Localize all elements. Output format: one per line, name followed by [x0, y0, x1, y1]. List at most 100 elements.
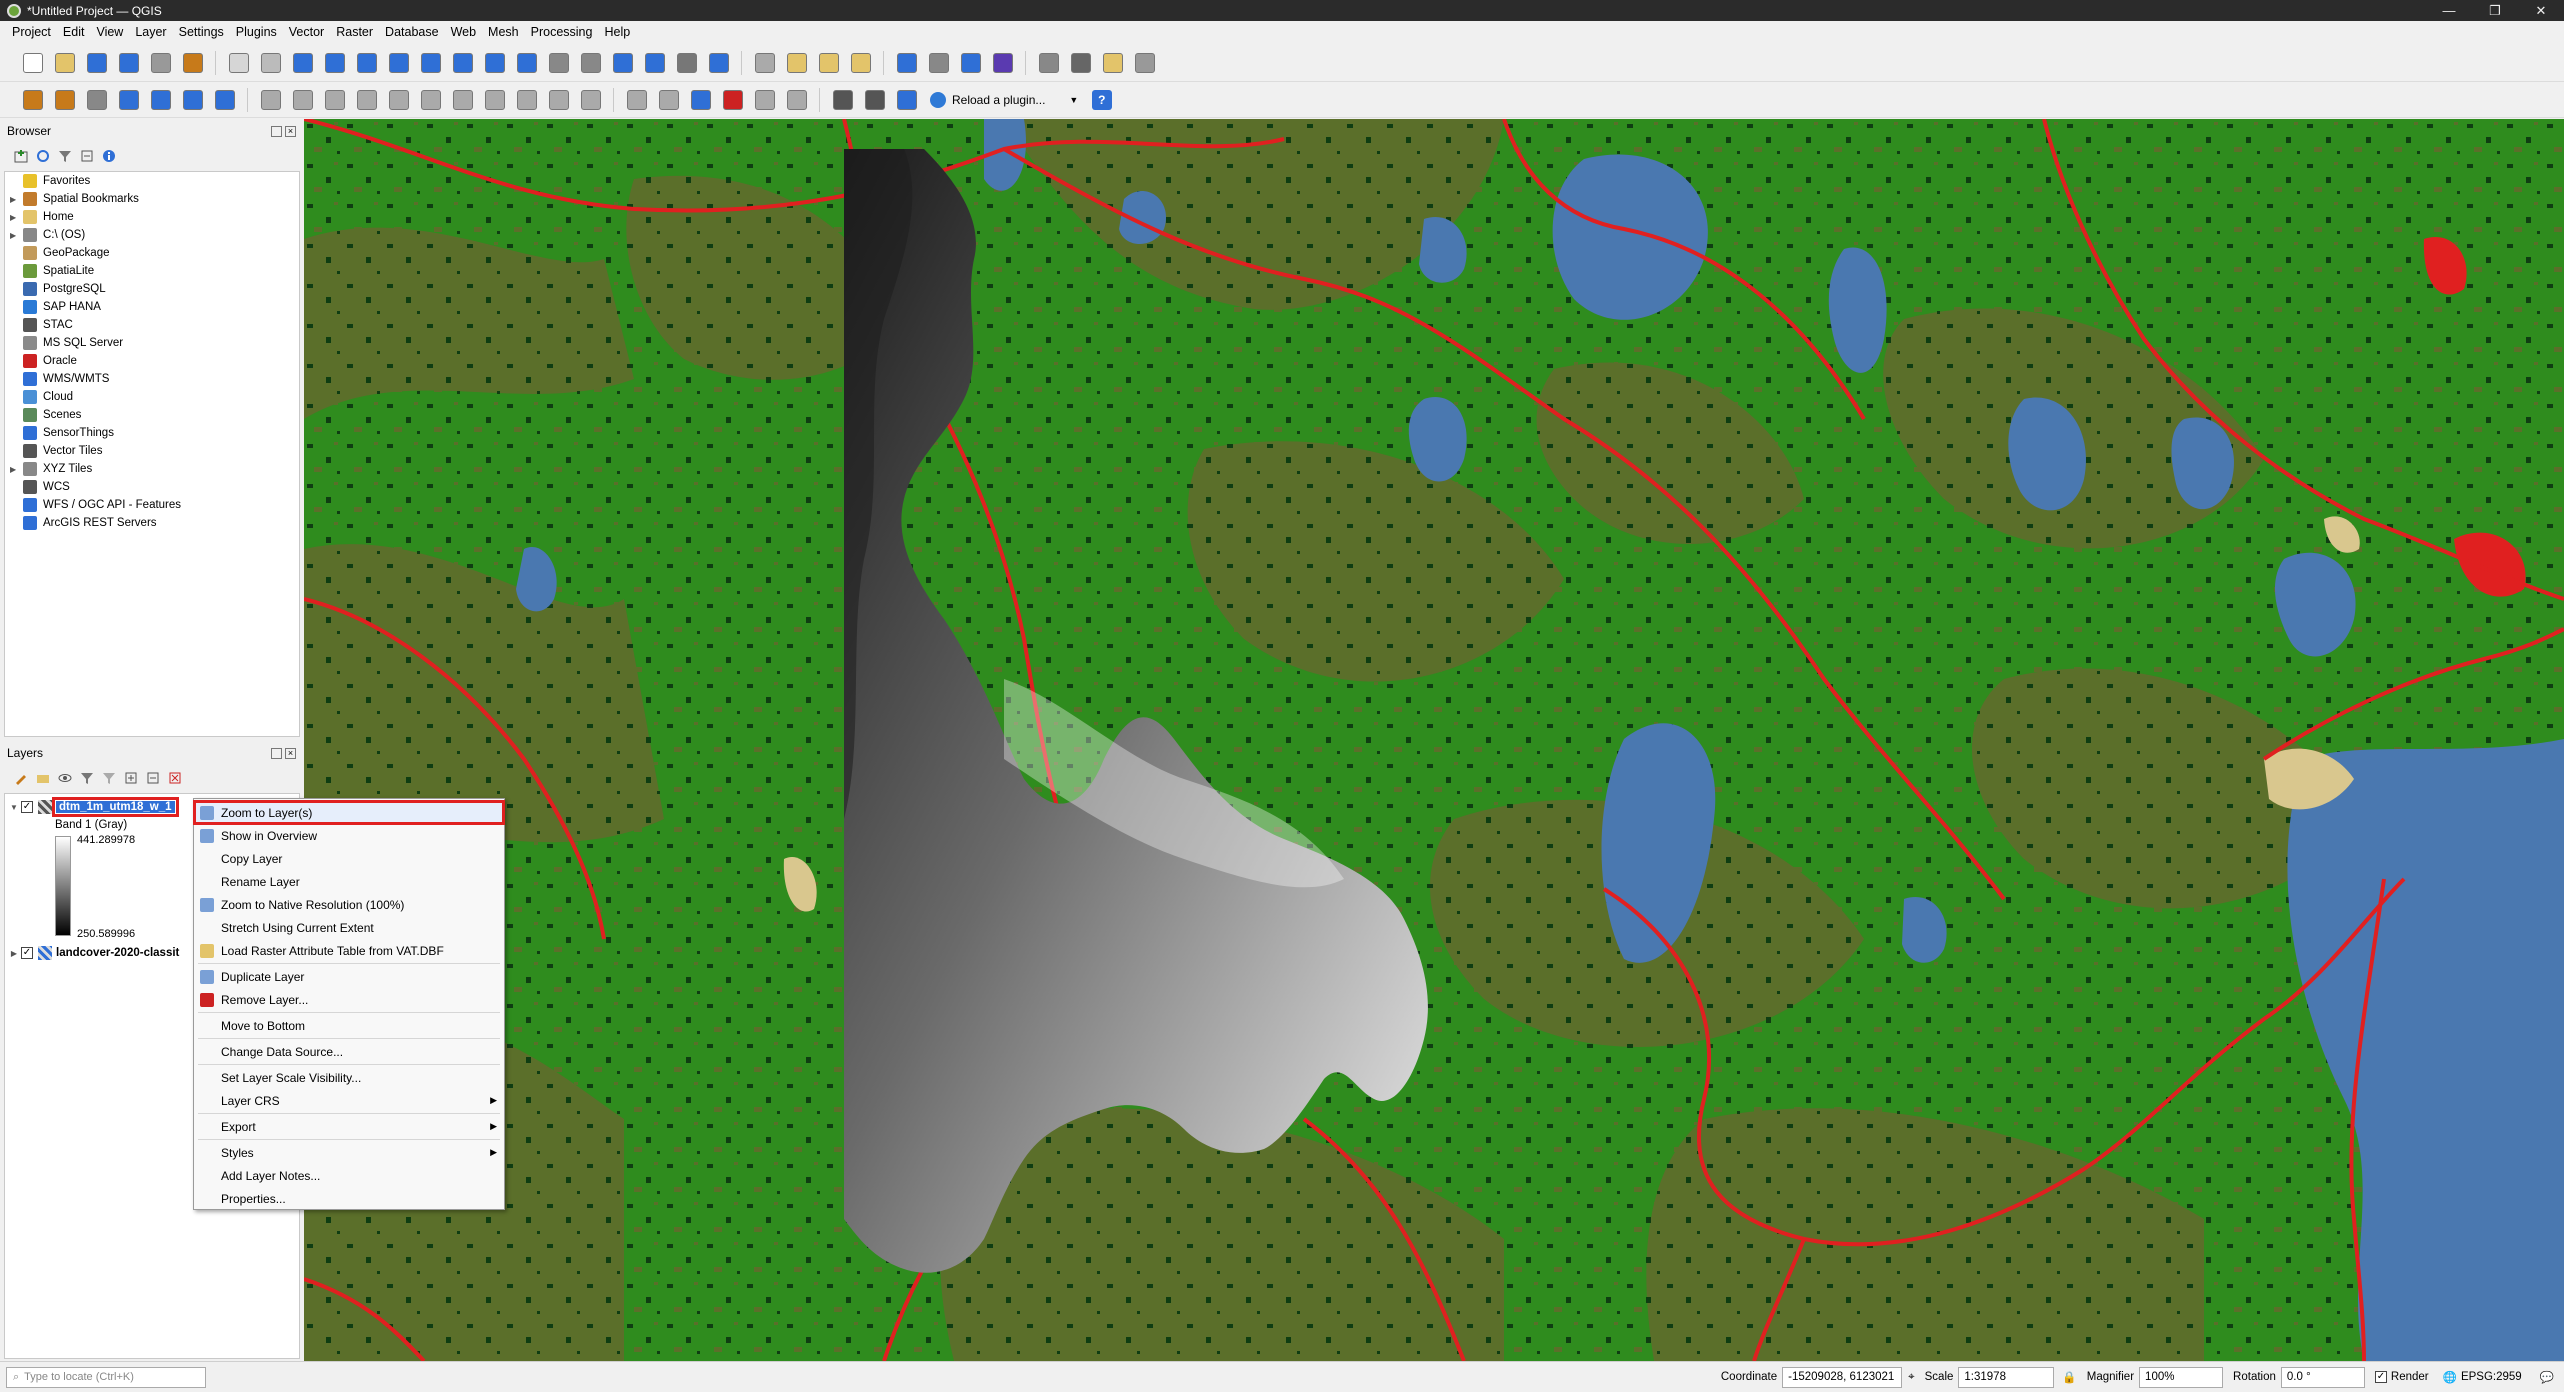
- browser-item[interactable]: SpatiaLite: [5, 262, 299, 280]
- more-tools-icon[interactable]: [828, 85, 857, 114]
- zoom-last-icon[interactable]: [480, 48, 509, 77]
- maximize-button[interactable]: ❐: [2472, 0, 2518, 21]
- select-icon[interactable]: [782, 48, 811, 77]
- filter-icon[interactable]: [56, 147, 74, 165]
- zoom-native-icon[interactable]: [448, 48, 477, 77]
- magnifier-field[interactable]: 100%: [2139, 1366, 2224, 1388]
- pan-to-selection-icon[interactable]: [256, 48, 285, 77]
- layer-name-landcover[interactable]: landcover-2020-classit: [56, 947, 179, 959]
- browser-item[interactable]: Favorites: [5, 172, 299, 190]
- browser-item[interactable]: Oracle: [5, 352, 299, 370]
- pan-map-icon[interactable]: [224, 48, 253, 77]
- bookmark-icon[interactable]: [608, 48, 637, 77]
- browser-item[interactable]: WFS / OGC API - Features: [5, 496, 299, 514]
- menu-processing[interactable]: Processing: [525, 21, 599, 44]
- style-manager-icon[interactable]: [178, 48, 207, 77]
- close-button[interactable]: ✕: [2518, 0, 2564, 21]
- context-menu-item[interactable]: Add Layer Notes...: [194, 1164, 504, 1187]
- globe-plugin-icon[interactable]: [860, 85, 889, 114]
- add-mesh-icon[interactable]: [178, 85, 207, 114]
- identify-features-icon[interactable]: [892, 48, 921, 77]
- menu-project[interactable]: Project: [6, 21, 57, 44]
- diagram-icon[interactable]: [686, 85, 715, 114]
- map-canvas[interactable]: [304, 119, 2564, 1361]
- temporal-icon[interactable]: [672, 48, 701, 77]
- context-menu-item[interactable]: Layer CRS ▶: [194, 1089, 504, 1112]
- new-shapefile-icon[interactable]: [82, 85, 111, 114]
- style-manager-icon[interactable]: [12, 769, 30, 787]
- new-3d-view-icon[interactable]: [576, 48, 605, 77]
- collapse-all-icon[interactable]: [78, 147, 96, 165]
- chevron-down-icon[interactable]: ▼: [1069, 95, 1078, 105]
- cut-icon[interactable]: [448, 85, 477, 114]
- menu-settings[interactable]: Settings: [173, 21, 230, 44]
- save-edits-icon[interactable]: [320, 85, 349, 114]
- coordinate-field[interactable]: -15209028, 6123021: [1782, 1366, 1903, 1388]
- menu-vector[interactable]: Vector: [283, 21, 330, 44]
- move-label-icon[interactable]: [782, 85, 811, 114]
- context-menu-item[interactable]: Move to Bottom: [194, 1014, 504, 1037]
- menu-view[interactable]: View: [90, 21, 129, 44]
- zoom-in-icon[interactable]: [288, 48, 317, 77]
- field-calc-icon[interactable]: [1034, 48, 1063, 77]
- context-menu-item[interactable]: Show in Overview: [194, 824, 504, 847]
- browser-item[interactable]: Vector Tiles: [5, 442, 299, 460]
- layer-name-dtm[interactable]: dtm_1m_utm18_w_1: [52, 797, 179, 817]
- toggle-extents-icon[interactable]: ⌖: [1908, 1371, 1914, 1384]
- add-vector-icon[interactable]: [114, 85, 143, 114]
- context-menu-item[interactable]: Styles ▶: [194, 1141, 504, 1164]
- zoom-next-icon[interactable]: [512, 48, 541, 77]
- delete-selected-icon[interactable]: [416, 85, 445, 114]
- context-menu-item[interactable]: Export ▶: [194, 1115, 504, 1138]
- zoom-layer-icon[interactable]: [416, 48, 445, 77]
- menu-web[interactable]: Web: [445, 21, 482, 44]
- context-menu-item[interactable]: Copy Layer: [194, 847, 504, 870]
- data-source-manager-icon[interactable]: [18, 85, 47, 114]
- context-menu-item[interactable]: Set Layer Scale Visibility...: [194, 1066, 504, 1089]
- browser-item[interactable]: SAP HANA: [5, 298, 299, 316]
- context-menu-item[interactable]: Zoom to Layer(s): [193, 800, 505, 825]
- attribute-table-icon[interactable]: [924, 48, 953, 77]
- collapse-all-icon[interactable]: [144, 769, 162, 787]
- zoom-selection-icon[interactable]: [384, 48, 413, 77]
- browser-item[interactable]: Cloud: [5, 388, 299, 406]
- rotation-field[interactable]: 0.0 °: [2280, 1366, 2365, 1388]
- vertex-tool-icon[interactable]: [384, 85, 413, 114]
- globe-icon[interactable]: 🌐: [2443, 1370, 2457, 1384]
- identify-icon[interactable]: [750, 48, 779, 77]
- zoom-out-icon[interactable]: [320, 48, 349, 77]
- gear-icon[interactable]: [1130, 48, 1159, 77]
- context-menu-item[interactable]: Zoom to Native Resolution (100%): [194, 893, 504, 916]
- add-wms-icon[interactable]: [210, 85, 239, 114]
- expand-arrow-icon[interactable]: ▼: [7, 803, 21, 812]
- float-icon[interactable]: [271, 747, 282, 759]
- browser-item[interactable]: MS SQL Server: [5, 334, 299, 352]
- statistics-icon[interactable]: [988, 48, 1017, 77]
- deselect-icon[interactable]: [814, 48, 843, 77]
- new-map-view-icon[interactable]: [544, 48, 573, 77]
- render-checkbox[interactable]: ✓: [2374, 1371, 2387, 1383]
- messages-icon[interactable]: 💬: [2540, 1370, 2554, 1384]
- reload-plugin-button[interactable]: Reload a plugin... ▼: [924, 91, 1084, 108]
- context-menu-item[interactable]: Stretch Using Current Extent: [194, 916, 504, 939]
- crs-label[interactable]: EPSG:2959: [2461, 1371, 2522, 1383]
- measure-icon[interactable]: [1066, 48, 1095, 77]
- browser-item[interactable]: STAC: [5, 316, 299, 334]
- menu-database[interactable]: Database: [379, 21, 445, 44]
- help-icon[interactable]: ?: [1087, 85, 1116, 114]
- context-menu-item[interactable]: Rename Layer: [194, 870, 504, 893]
- annotation-icon[interactable]: [1098, 48, 1127, 77]
- browser-item[interactable]: WCS: [5, 478, 299, 496]
- menu-raster[interactable]: Raster: [330, 21, 379, 44]
- open-project-icon[interactable]: [50, 48, 79, 77]
- expand-arrow-icon[interactable]: ▶: [10, 231, 16, 240]
- locator-search-input[interactable]: ⌕ Type to locate (Ctrl+K): [6, 1366, 206, 1388]
- context-menu-item[interactable]: Change Data Source...: [194, 1040, 504, 1063]
- info-icon[interactable]: [100, 147, 118, 165]
- eye-icon[interactable]: [56, 769, 74, 787]
- label-rule-icon[interactable]: [718, 85, 747, 114]
- python-console-icon[interactable]: [892, 85, 921, 114]
- expand-arrow-icon[interactable]: ▶: [10, 213, 16, 222]
- browser-item[interactable]: SensorThings: [5, 424, 299, 442]
- context-menu-item[interactable]: Properties...: [194, 1187, 504, 1210]
